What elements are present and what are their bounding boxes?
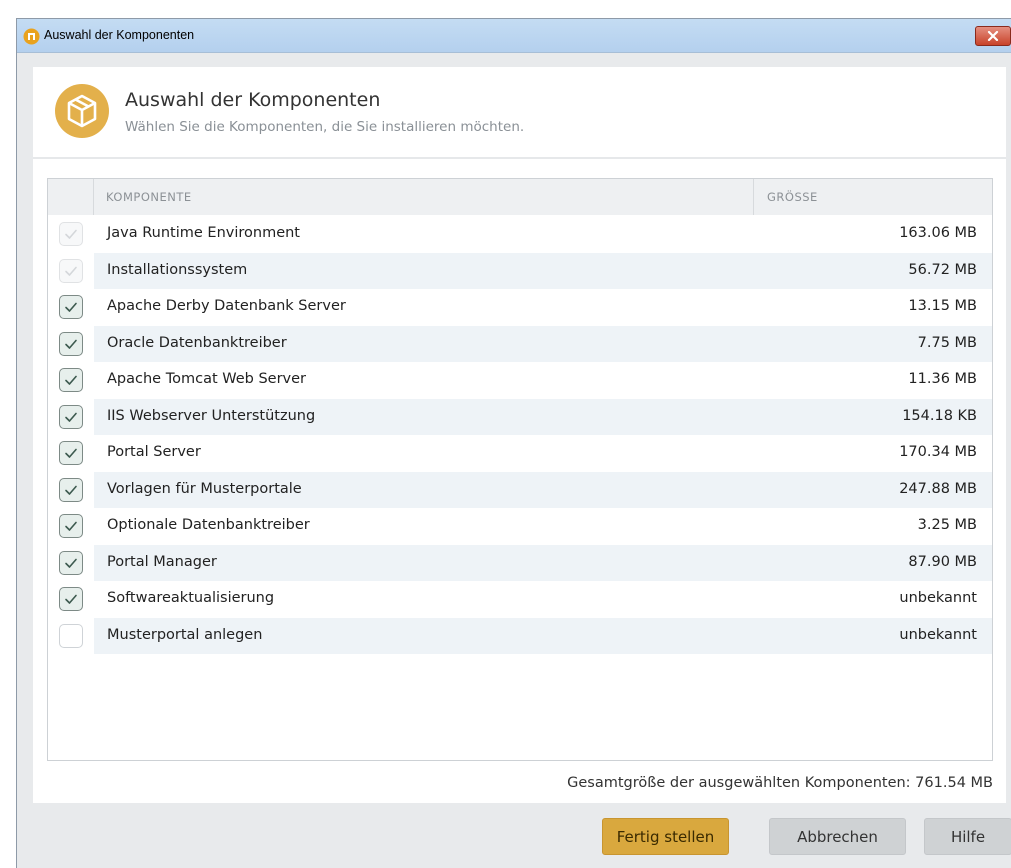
close-button[interactable] — [975, 26, 1011, 46]
table-row[interactable]: Apache Derby Datenbank Server 13.15 MB — [48, 289, 992, 326]
row-background — [94, 544, 992, 581]
table-row[interactable]: IIS Webserver Unterstützung 154.18 KB — [48, 398, 992, 435]
checkmark-icon — [65, 302, 77, 312]
table-row[interactable]: Vorlagen für Musterportale 247.88 MB — [48, 471, 992, 508]
component-checkbox — [59, 222, 83, 246]
checkmark-icon — [65, 266, 77, 276]
column-header-name[interactable]: KOMPONENTE — [106, 190, 192, 204]
component-size: 7.75 MB — [917, 334, 977, 351]
checkmark-icon — [65, 412, 77, 422]
component-checkbox[interactable] — [59, 368, 83, 392]
checkmark-icon — [65, 339, 77, 349]
finish-button[interactable]: Fertig stellen — [602, 818, 729, 855]
checkmark-icon — [65, 521, 77, 531]
table-row[interactable]: Java Runtime Environment 163.06 MB — [48, 216, 992, 253]
header-check-column — [48, 179, 94, 215]
close-icon — [987, 31, 999, 41]
installer-window: Auswahl der Komponenten Auswahl der Komp… — [16, 18, 1011, 868]
component-name: IIS Webserver Unterstützung — [107, 407, 316, 424]
component-size: 163.06 MB — [899, 225, 977, 241]
component-name: Musterportal anlegen — [107, 626, 263, 643]
table-body: Java Runtime Environment 163.06 MB Install… — [48, 216, 992, 654]
component-size: 170.34 MB — [899, 444, 977, 460]
column-divider[interactable] — [753, 179, 754, 215]
component-checkbox[interactable] — [59, 295, 83, 319]
cancel-button[interactable]: Abbrechen — [769, 818, 906, 855]
component-checkbox[interactable] — [59, 477, 83, 502]
page-title: Auswahl der Komponenten — [125, 89, 381, 111]
table-row[interactable]: Oracle Datenbanktreiber 7.75 MB — [48, 325, 992, 362]
component-size: 56.72 MB — [908, 261, 977, 278]
title-bar[interactable]: Auswahl der Komponenten — [17, 19, 1011, 53]
component-size: 13.15 MB — [908, 298, 977, 314]
component-checkbox[interactable] — [59, 550, 83, 575]
table-row[interactable]: Apache Tomcat Web Server 11.36 MB — [48, 362, 992, 399]
component-name: Softwareaktualisierung — [107, 590, 275, 606]
column-header-size[interactable]: GRÖSSE — [767, 190, 818, 204]
component-checkbox[interactable] — [59, 331, 83, 356]
table-row[interactable]: Installationssystem 56.72 MB — [48, 252, 992, 289]
component-name: Java Runtime Environment — [107, 225, 300, 241]
component-name: Apache Tomcat Web Server — [107, 371, 307, 387]
component-size: 154.18 KB — [902, 407, 977, 424]
component-size: unbekannt — [899, 626, 977, 643]
component-name: Vorlagen für Musterportale — [107, 480, 302, 497]
checkmark-icon — [65, 375, 77, 385]
component-size: 3.25 MB — [917, 517, 977, 533]
component-name: Oracle Datenbanktreiber — [107, 334, 287, 351]
component-checkbox[interactable] — [59, 404, 83, 429]
table-header: KOMPONENTE GRÖSSE — [48, 179, 992, 215]
checkmark-icon — [65, 448, 77, 458]
table-row[interactable]: Musterportal anlegen unbekannt — [48, 617, 992, 654]
page-header: Auswahl der Komponenten Wählen Sie die K… — [33, 67, 1006, 159]
component-checkbox[interactable] — [59, 441, 83, 465]
content-panel: Auswahl der Komponenten Wählen Sie die K… — [33, 67, 1006, 803]
app-logo-icon — [23, 28, 40, 45]
component-checkbox[interactable] — [59, 623, 83, 648]
total-size: Gesamtgröße der ausgewählten Komponenten… — [567, 775, 993, 791]
component-name: Installationssystem — [107, 261, 248, 278]
component-size: unbekannt — [899, 590, 977, 606]
component-checkbox[interactable] — [59, 514, 83, 538]
window-title: Auswahl der Komponenten — [44, 28, 195, 42]
checkmark-icon — [65, 558, 77, 568]
component-name: Optionale Datenbanktreiber — [107, 517, 310, 533]
checkmark-icon — [65, 485, 77, 495]
row-background — [94, 435, 992, 472]
component-name: Apache Derby Datenbank Server — [107, 298, 346, 314]
component-size: 247.88 MB — [899, 480, 977, 497]
component-checkbox[interactable] — [59, 587, 83, 611]
package-box-icon — [55, 84, 109, 138]
component-size: 11.36 MB — [908, 371, 977, 387]
component-checkbox — [59, 258, 83, 283]
table-row[interactable]: Softwareaktualisierung unbekannt — [48, 581, 992, 618]
component-name: Portal Server — [107, 444, 201, 460]
component-name: Portal Manager — [107, 553, 217, 570]
table-row[interactable]: Optionale Datenbanktreiber 3.25 MB — [48, 508, 992, 545]
checkmark-icon — [65, 594, 77, 604]
components-table: KOMPONENTE GRÖSSE Java Runtime Environme… — [47, 178, 993, 761]
page-subtitle: Wählen Sie die Komponenten, die Sie inst… — [125, 119, 525, 135]
checkmark-icon — [65, 229, 77, 239]
table-row[interactable]: Portal Manager 87.90 MB — [48, 544, 992, 581]
table-row[interactable]: Portal Server 170.34 MB — [48, 435, 992, 472]
help-button[interactable]: Hilfe — [924, 818, 1011, 855]
component-size: 87.90 MB — [908, 553, 977, 570]
